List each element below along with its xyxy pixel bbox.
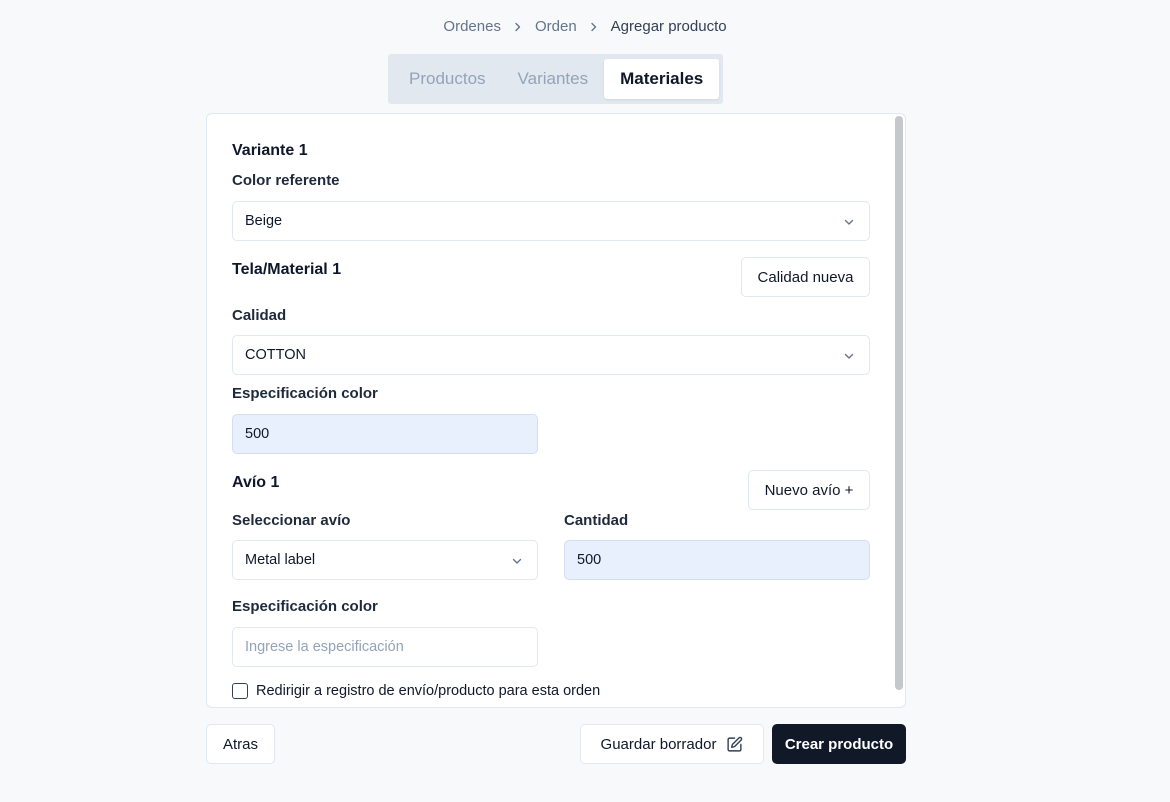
- redirect-checkbox-label[interactable]: Redirigir a registro de envío/producto p…: [256, 683, 600, 699]
- quantity-value: 500: [577, 552, 602, 568]
- page: Ordenes Orden Agregar producto Productos…: [0, 0, 1170, 802]
- quantity-label: Cantidad: [564, 512, 629, 529]
- chevron-down-icon: [843, 350, 855, 362]
- trim-color-spec-label: Especificación color: [232, 598, 378, 615]
- quality-label: Calidad: [232, 307, 287, 324]
- fabric-color-spec-value: 500: [245, 426, 270, 442]
- create-product-button[interactable]: Crear producto: [772, 724, 906, 764]
- trim-select-value: Metal label: [245, 552, 316, 568]
- color-referente-select[interactable]: Beige: [232, 201, 870, 241]
- trim-color-spec-placeholder: Ingrese la especificación: [245, 639, 404, 655]
- tab-materiales[interactable]: Materiales: [604, 59, 720, 99]
- trim-title: Avío 1: [232, 474, 280, 491]
- breadcrumb-item-current: Agregar producto: [610, 18, 727, 35]
- chevron-down-icon: [511, 555, 523, 567]
- new-quality-button[interactable]: Calidad nueva: [741, 257, 870, 297]
- trim-color-spec-input[interactable]: Ingrese la especificación: [232, 627, 538, 667]
- fabric-color-spec-input[interactable]: 500: [232, 414, 538, 454]
- materials-form-card: Variante 1 Color referente Beige Tela/Ma…: [206, 113, 906, 708]
- chevron-down-icon: [843, 216, 855, 228]
- quality-value: COTTON: [245, 347, 306, 363]
- quality-select[interactable]: COTTON: [232, 335, 870, 375]
- fabric-title: Tela/Material 1: [232, 261, 342, 278]
- trim-select[interactable]: Metal label: [232, 540, 538, 580]
- chevron-right-icon: [513, 22, 523, 32]
- variant-title: Variante 1: [232, 142, 308, 159]
- redirect-checkbox[interactable]: [232, 683, 248, 699]
- new-trim-button[interactable]: Nuevo avío +: [748, 470, 870, 510]
- trim-select-label: Seleccionar avío: [232, 512, 351, 529]
- breadcrumb: Ordenes Orden Agregar producto: [0, 18, 1170, 35]
- save-draft-button[interactable]: Guardar borrador: [580, 724, 764, 764]
- create-product-label: Crear producto: [784, 735, 894, 753]
- breadcrumb-item-ordenes[interactable]: Ordenes: [443, 18, 501, 35]
- breadcrumb-item-orden[interactable]: Orden: [535, 18, 577, 35]
- scrollbar-thumb[interactable]: [895, 116, 903, 690]
- back-button-label: Atras: [222, 735, 258, 753]
- chevron-right-icon: [589, 22, 599, 32]
- tab-productos[interactable]: Productos: [393, 59, 502, 99]
- quantity-input[interactable]: 500: [564, 540, 870, 580]
- back-button[interactable]: Atras: [206, 724, 275, 764]
- tab-variantes[interactable]: Variantes: [502, 59, 605, 99]
- edit-icon: [726, 736, 743, 753]
- color-referente-value: Beige: [245, 213, 283, 229]
- save-draft-label: Guardar borrador: [600, 735, 717, 753]
- tab-bar: Productos Variantes Materiales: [388, 54, 723, 104]
- color-referente-label: Color referente: [232, 172, 340, 189]
- fabric-color-spec-label: Especificación color: [232, 385, 378, 402]
